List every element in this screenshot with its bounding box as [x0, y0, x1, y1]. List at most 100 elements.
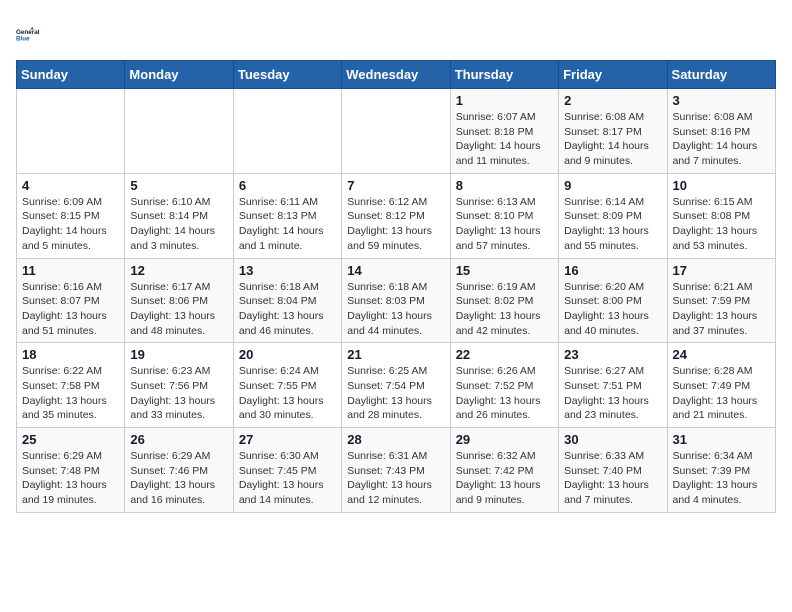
calendar-cell — [233, 89, 341, 174]
svg-text:Blue: Blue — [16, 35, 30, 42]
weekday-header-thursday: Thursday — [450, 61, 558, 89]
weekday-header-wednesday: Wednesday — [342, 61, 450, 89]
day-number: 13 — [239, 263, 336, 278]
day-info: Sunrise: 6:20 AM Sunset: 8:00 PM Dayligh… — [564, 280, 661, 339]
calendar-cell: 14Sunrise: 6:18 AM Sunset: 8:03 PM Dayli… — [342, 258, 450, 343]
calendar-cell: 12 Sunrise: 6:17 AM Sunset: 8:06 PM Dayli… — [125, 258, 233, 343]
calendar-week-row: 4 Sunrise: 6:09 AM Sunset: 8:15 PM Daylig… — [17, 173, 776, 258]
day-number: 14 — [347, 263, 444, 278]
day-info: Sunrise: 6:25 AM Sunset: 7:54 PM Dayligh… — [347, 364, 444, 423]
day-number: 10 — [673, 178, 770, 193]
calendar-cell: 9Sunrise: 6:14 AM Sunset: 8:09 PM Daylig… — [559, 173, 667, 258]
day-info: Sunrise: 6:12 AM Sunset: 8:12 PM Dayligh… — [347, 195, 444, 254]
day-number: 26 — [130, 432, 227, 447]
calendar-cell: 29 Sunrise: 6:32 AM Sunset: 7:42 PM Dayli… — [450, 428, 558, 513]
calendar-cell: 21 Sunrise: 6:25 AM Sunset: 7:54 PM Dayli… — [342, 343, 450, 428]
day-info: Sunrise: 6:19 AM Sunset: 8:02 PM Dayligh… — [456, 280, 553, 339]
day-number: 27 — [239, 432, 336, 447]
day-info: Sunrise: 6:22 AM Sunset: 7:58 PM Dayligh… — [22, 364, 119, 423]
calendar-week-row: 1 Sunrise: 6:07 AM Sunset: 8:18 PM Daylig… — [17, 89, 776, 174]
day-number: 4 — [22, 178, 119, 193]
day-number: 6 — [239, 178, 336, 193]
day-info: Sunrise: 6:18 AM Sunset: 8:04 PM Dayligh… — [239, 280, 336, 339]
day-number: 12 — [130, 263, 227, 278]
day-number: 7 — [347, 178, 444, 193]
calendar-cell: 25 Sunrise: 6:29 AM Sunset: 7:48 PM Dayli… — [17, 428, 125, 513]
day-info: Sunrise: 6:07 AM Sunset: 8:18 PM Dayligh… — [456, 110, 553, 169]
day-info: Sunrise: 6:29 AM Sunset: 7:48 PM Dayligh… — [22, 449, 119, 508]
day-info: Sunrise: 6:11 AM Sunset: 8:13 PM Dayligh… — [239, 195, 336, 254]
day-info: Sunrise: 6:29 AM Sunset: 7:46 PM Dayligh… — [130, 449, 227, 508]
day-info: Sunrise: 6:10 AM Sunset: 8:14 PM Dayligh… — [130, 195, 227, 254]
calendar-cell: 8 Sunrise: 6:13 AM Sunset: 8:10 PM Daylig… — [450, 173, 558, 258]
weekday-header-sunday: Sunday — [17, 61, 125, 89]
day-number: 28 — [347, 432, 444, 447]
day-number: 17 — [673, 263, 770, 278]
day-number: 24 — [673, 347, 770, 362]
day-info: Sunrise: 6:21 AM Sunset: 7:59 PM Dayligh… — [673, 280, 770, 339]
calendar-cell: 1 Sunrise: 6:07 AM Sunset: 8:18 PM Daylig… — [450, 89, 558, 174]
calendar-cell: 31 Sunrise: 6:34 AM Sunset: 7:39 PM Dayli… — [667, 428, 775, 513]
calendar-cell: 5 Sunrise: 6:10 AM Sunset: 8:14 PM Daylig… — [125, 173, 233, 258]
day-number: 16 — [564, 263, 661, 278]
calendar-cell: 10 Sunrise: 6:15 AM Sunset: 8:08 PM Dayli… — [667, 173, 775, 258]
day-info: Sunrise: 6:28 AM Sunset: 7:49 PM Dayligh… — [673, 364, 770, 423]
day-number: 18 — [22, 347, 119, 362]
day-info: Sunrise: 6:30 AM Sunset: 7:45 PM Dayligh… — [239, 449, 336, 508]
day-info: Sunrise: 6:17 AM Sunset: 8:06 PM Dayligh… — [130, 280, 227, 339]
day-info: Sunrise: 6:23 AM Sunset: 7:56 PM Dayligh… — [130, 364, 227, 423]
calendar-cell: 11 Sunrise: 6:16 AM Sunset: 8:07 PM Dayli… — [17, 258, 125, 343]
day-info: Sunrise: 6:32 AM Sunset: 7:42 PM Dayligh… — [456, 449, 553, 508]
day-number: 2 — [564, 93, 661, 108]
calendar-cell: 13 Sunrise: 6:18 AM Sunset: 8:04 PM Dayli… — [233, 258, 341, 343]
day-info: Sunrise: 6:16 AM Sunset: 8:07 PM Dayligh… — [22, 280, 119, 339]
day-number: 11 — [22, 263, 119, 278]
day-number: 19 — [130, 347, 227, 362]
calendar-week-row: 25 Sunrise: 6:29 AM Sunset: 7:48 PM Dayli… — [17, 428, 776, 513]
day-number: 8 — [456, 178, 553, 193]
calendar-cell: 4 Sunrise: 6:09 AM Sunset: 8:15 PM Daylig… — [17, 173, 125, 258]
calendar-cell: 2 Sunrise: 6:08 AM Sunset: 8:17 PM Daylig… — [559, 89, 667, 174]
day-number: 29 — [456, 432, 553, 447]
day-number: 31 — [673, 432, 770, 447]
day-info: Sunrise: 6:34 AM Sunset: 7:39 PM Dayligh… — [673, 449, 770, 508]
calendar-cell: 23 Sunrise: 6:27 AM Sunset: 7:51 PM Dayli… — [559, 343, 667, 428]
day-info: Sunrise: 6:27 AM Sunset: 7:51 PM Dayligh… — [564, 364, 661, 423]
day-info: Sunrise: 6:14 AM Sunset: 8:09 PM Dayligh… — [564, 195, 661, 254]
day-info: Sunrise: 6:24 AM Sunset: 7:55 PM Dayligh… — [239, 364, 336, 423]
weekday-header-friday: Friday — [559, 61, 667, 89]
day-number: 20 — [239, 347, 336, 362]
calendar-cell: 27 Sunrise: 6:30 AM Sunset: 7:45 PM Dayli… — [233, 428, 341, 513]
calendar-cell — [342, 89, 450, 174]
calendar-week-row: 18 Sunrise: 6:22 AM Sunset: 7:58 PM Dayli… — [17, 343, 776, 428]
day-info: Sunrise: 6:26 AM Sunset: 7:52 PM Dayligh… — [456, 364, 553, 423]
page-header: General Blue — [16, 16, 776, 52]
day-info: Sunrise: 6:33 AM Sunset: 7:40 PM Dayligh… — [564, 449, 661, 508]
calendar-cell: 30 Sunrise: 6:33 AM Sunset: 7:40 PM Dayli… — [559, 428, 667, 513]
calendar-cell: 16 Sunrise: 6:20 AM Sunset: 8:00 PM Dayli… — [559, 258, 667, 343]
day-info: Sunrise: 6:13 AM Sunset: 8:10 PM Dayligh… — [456, 195, 553, 254]
day-number: 5 — [130, 178, 227, 193]
day-info: Sunrise: 6:15 AM Sunset: 8:08 PM Dayligh… — [673, 195, 770, 254]
calendar-cell — [17, 89, 125, 174]
day-number: 30 — [564, 432, 661, 447]
calendar-cell: 19 Sunrise: 6:23 AM Sunset: 7:56 PM Dayli… — [125, 343, 233, 428]
day-info: Sunrise: 6:08 AM Sunset: 8:17 PM Dayligh… — [564, 110, 661, 169]
day-number: 1 — [456, 93, 553, 108]
day-number: 25 — [22, 432, 119, 447]
day-number: 23 — [564, 347, 661, 362]
calendar-cell: 28Sunrise: 6:31 AM Sunset: 7:43 PM Dayli… — [342, 428, 450, 513]
logo: General Blue — [16, 16, 52, 52]
calendar-cell: 3Sunrise: 6:08 AM Sunset: 8:16 PM Daylig… — [667, 89, 775, 174]
calendar-cell: 7 Sunrise: 6:12 AM Sunset: 8:12 PM Daylig… — [342, 173, 450, 258]
calendar-cell: 17 Sunrise: 6:21 AM Sunset: 7:59 PM Dayli… — [667, 258, 775, 343]
calendar-cell: 26 Sunrise: 6:29 AM Sunset: 7:46 PM Dayli… — [125, 428, 233, 513]
day-info: Sunrise: 6:09 AM Sunset: 8:15 PM Dayligh… — [22, 195, 119, 254]
day-number: 3 — [673, 93, 770, 108]
day-number: 21 — [347, 347, 444, 362]
calendar-table: SundayMondayTuesdayWednesdayThursdayFrid… — [16, 60, 776, 513]
weekday-header-tuesday: Tuesday — [233, 61, 341, 89]
calendar-cell: 24 Sunrise: 6:28 AM Sunset: 7:49 PM Dayli… — [667, 343, 775, 428]
day-number: 15 — [456, 263, 553, 278]
calendar-cell — [125, 89, 233, 174]
